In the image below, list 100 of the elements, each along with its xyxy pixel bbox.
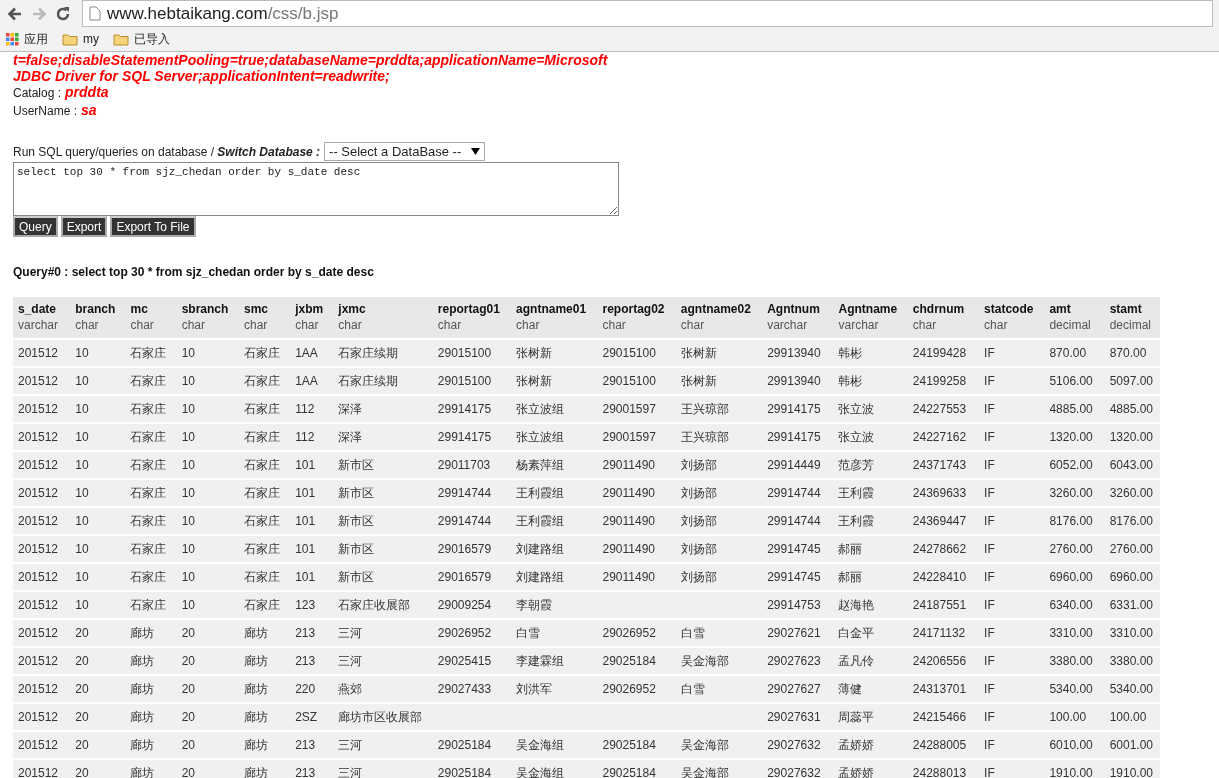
column-name: smc [243,302,269,316]
column-type: char [338,318,363,332]
table-cell: 112 [290,423,334,451]
bookmark[interactable]: 已导入 [113,30,170,48]
table-cell: IF [979,423,1045,451]
table-cell: 29027631 [762,703,834,731]
column-type: char [130,318,155,332]
table-cell: 29914744 [432,479,512,507]
table-cell: 刘扬部 [675,507,763,535]
address-bar[interactable]: www.hebtaikang.com/css/b.jsp [82,0,1213,27]
table-cell: 29026952 [597,675,676,703]
column-name: jxbm [295,302,325,316]
table-cell: 吴金海部 [675,647,763,675]
table-cell: 石家庄 [125,423,177,451]
table-cell: 29015100 [432,339,512,367]
table-cell: 213 [290,731,334,759]
table-cell: 刘扬部 [675,563,763,591]
table-cell: 24288005 [907,731,980,759]
table-cell: IF [979,731,1045,759]
column-name: reportag02 [602,302,666,316]
table-cell: 白金平 [833,619,908,647]
column-name: chdrnum [912,302,966,316]
table-cell: IF [979,535,1045,563]
table-cell: 石家庄 [125,367,177,395]
table-cell: 新市区 [333,563,433,591]
table-cell: 2760.00 [1044,535,1105,563]
table-cell: 10 [176,479,239,507]
table-cell: 8176.00 [1044,507,1105,535]
database-select[interactable]: -- Select a DataBase -- [324,142,486,161]
table-cell: 29026952 [432,619,512,647]
table-cell: 刘建路组 [511,563,598,591]
catalog-value: prddta [65,84,109,101]
column-name: statcode [984,302,1035,316]
column-name: agntname01 [516,302,588,316]
table-cell: 213 [290,647,334,675]
username-label: UserName : [13,103,77,120]
table-cell: IF [979,675,1045,703]
action-button[interactable]: Query [13,216,58,237]
table-cell: 29025415 [432,647,512,675]
table-cell: 20 [176,619,239,647]
table-cell: 29027621 [762,619,834,647]
query-field[interactable]: select top 30 * from sjz_chedan order by s_date desc [13,162,619,216]
table-cell: 24369447 [907,507,980,535]
table-cell: IF [979,591,1045,619]
table-cell: 张树新 [511,339,598,367]
table-cell: 石家庄续期 [333,339,433,367]
table-cell: 29001597 [597,395,676,423]
table-cell: 201512 [13,563,71,591]
table-cell: 20 [176,647,239,675]
table-cell: 29011490 [597,479,676,507]
table-cell: 周蕊平 [833,703,908,731]
table-cell: 20 [70,703,126,731]
table-cell: 薄健 [833,675,908,703]
table-cell: 石家庄 [125,563,177,591]
table-cell: 201512 [13,731,71,759]
table-cell: 201512 [13,619,71,647]
table-cell: 29914175 [432,395,512,423]
table-cell: 吴金海组 [511,731,598,759]
table-cell: 29015100 [432,367,512,395]
column-type: char [602,318,627,332]
action-button[interactable]: Export [60,216,108,237]
table-cell: 10 [70,395,126,423]
table-cell: 201512 [13,507,71,535]
table-cell: 10 [70,339,126,367]
table-cell: 20 [176,675,239,703]
table-cell: 燕郊 [333,675,433,703]
table-cell: 1320.00 [1044,423,1105,451]
table-cell: 刘扬部 [675,479,763,507]
table-cell: 10 [70,535,126,563]
table-cell: 29016579 [432,563,512,591]
table-cell: 201512 [13,675,71,703]
switch-database-label: Switch Database : [217,144,321,159]
table-cell: 20 [70,619,126,647]
table-cell: 郝丽 [833,535,908,563]
table-cell: 10 [176,451,239,479]
table-cell: 10 [70,563,126,591]
table-cell: 郝丽 [833,563,908,591]
table-cell: 24228410 [907,563,980,591]
table-cell: 29001597 [597,423,676,451]
table-cell: 29009254 [432,591,512,619]
bookmark[interactable]: my [62,32,99,46]
table-cell: 29914744 [432,507,512,535]
table-cell: 新市区 [333,535,433,563]
table-cell: 石家庄 [125,535,177,563]
table-cell: 石家庄 [125,395,177,423]
table-cell: 廊坊 [125,731,177,759]
table-cell: 廊坊市区收展部 [333,703,433,731]
reload-icon[interactable] [54,4,72,23]
table-cell: 新市区 [333,451,433,479]
column-type: char [437,318,463,332]
table-cell: 廊坊 [125,619,177,647]
table-cell: 10 [70,451,126,479]
table-cell: 24227162 [907,423,980,451]
bookmark[interactable]: 应用 [6,30,48,48]
table-cell: 24371743 [907,451,980,479]
table-cell: 廊坊 [125,703,177,731]
action-button[interactable]: Export To File [110,216,196,237]
table-cell: 123 [290,591,334,619]
table-cell: 24206556 [907,647,980,675]
table-cell: IF [979,339,1045,367]
